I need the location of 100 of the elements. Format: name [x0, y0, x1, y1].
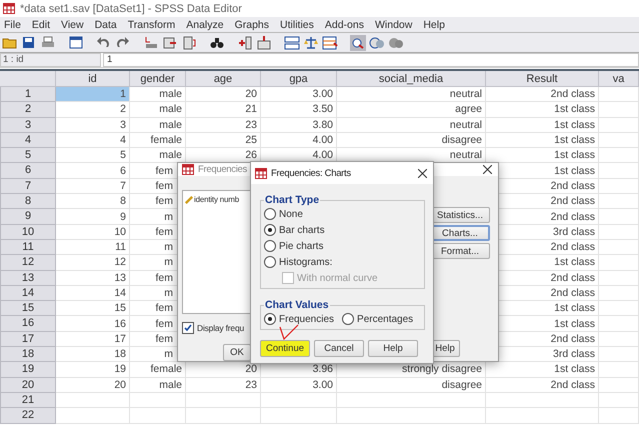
table-cell[interactable]: 20 — [186, 362, 261, 378]
row-header[interactable]: 15 — [0, 301, 56, 316]
table-cell[interactable]: disagree — [337, 378, 486, 393]
table-cell[interactable]: 4 — [56, 132, 130, 148]
go-to-variable-icon[interactable] — [162, 34, 178, 50]
row-header[interactable]: 9 — [0, 209, 56, 225]
table-cell[interactable] — [599, 178, 639, 194]
table-cell[interactable]: 10 — [56, 224, 130, 240]
row-header[interactable]: 22 — [0, 408, 56, 424]
table-cell[interactable] — [130, 408, 186, 424]
table-cell[interactable] — [186, 408, 261, 424]
row-header[interactable]: 4 — [0, 132, 56, 148]
dialog-button[interactable]: Continue — [260, 340, 310, 357]
value-labels-icon[interactable] — [350, 34, 366, 50]
table-cell[interactable]: male — [130, 148, 186, 164]
row-header[interactable]: 11 — [0, 240, 56, 256]
table-cell[interactable]: male — [130, 102, 186, 118]
menu-item[interactable]: Graphs — [230, 18, 276, 30]
table-cell[interactable] — [186, 392, 261, 408]
table-cell[interactable]: female — [130, 132, 186, 148]
table-cell[interactable] — [599, 132, 639, 148]
table-cell[interactable] — [337, 408, 486, 424]
table-cell[interactable]: 2nd class — [486, 87, 599, 102]
table-cell[interactable] — [599, 301, 639, 316]
table-cell[interactable]: male — [130, 118, 186, 133]
dialog-button[interactable]: Help — [368, 340, 418, 357]
table-cell[interactable] — [261, 408, 337, 424]
variable-name[interactable]: identity numb — [194, 195, 239, 204]
column-header[interactable]: id — [56, 71, 130, 87]
table-cell[interactable]: male — [130, 378, 186, 393]
menu-item[interactable]: Utilities — [276, 18, 321, 30]
table-cell[interactable]: 14 — [56, 286, 130, 302]
table-cell[interactable] — [599, 316, 639, 332]
row-header[interactable]: 6 — [0, 163, 56, 179]
menu-item[interactable]: Window — [370, 18, 420, 30]
table-cell[interactable] — [599, 255, 639, 271]
table-cell[interactable]: 3.80 — [261, 118, 337, 133]
table-cell[interactable]: 1st class — [486, 362, 599, 378]
table-cell[interactable]: 6 — [56, 163, 130, 179]
table-cell[interactable] — [337, 392, 486, 408]
table-cell[interactable] — [599, 332, 639, 348]
column-header[interactable]: social_media — [337, 71, 486, 87]
table-cell[interactable] — [599, 362, 639, 378]
table-cell[interactable]: strongly disagree — [337, 362, 486, 378]
radio-button[interactable] — [264, 240, 276, 252]
menu-item[interactable]: Transform — [124, 18, 182, 30]
row-header[interactable]: 1 — [0, 87, 56, 102]
radio-button[interactable] — [264, 313, 276, 325]
table-cell[interactable]: 5 — [56, 148, 130, 164]
close-icon[interactable] — [483, 165, 492, 174]
row-header[interactable]: 19 — [0, 362, 56, 378]
row-header[interactable]: 10 — [0, 224, 56, 240]
table-cell[interactable]: 21 — [186, 102, 261, 118]
scale-icon[interactable] — [303, 34, 319, 50]
row-header[interactable]: 18 — [0, 347, 56, 362]
row-header[interactable]: 3 — [0, 118, 56, 133]
radio-button[interactable] — [342, 313, 354, 325]
column-header[interactable]: gpa — [261, 71, 337, 87]
go-to-case-icon[interactable] — [143, 34, 159, 50]
table-cell[interactable]: 20 — [56, 378, 130, 393]
table-cell[interactable] — [599, 378, 639, 393]
table-cell[interactable]: 16 — [56, 316, 130, 332]
table-cell[interactable] — [599, 347, 639, 362]
table-cell[interactable]: agree — [337, 102, 486, 118]
row-header[interactable]: 17 — [0, 332, 56, 348]
table-cell[interactable] — [599, 240, 639, 256]
table-cell[interactable] — [599, 87, 639, 102]
menu-item[interactable]: View — [57, 18, 91, 30]
menu-item[interactable]: Data — [90, 18, 124, 30]
close-icon[interactable] — [418, 168, 427, 178]
menu-item[interactable]: Add-ons — [320, 18, 371, 30]
table-cell[interactable] — [599, 224, 639, 240]
table-cell[interactable] — [261, 392, 337, 408]
row-header[interactable]: 2 — [0, 102, 56, 118]
table-cell[interactable]: 13 — [56, 270, 130, 286]
menu-item[interactable]: Analyze — [182, 18, 231, 30]
split-file-icon[interactable] — [284, 34, 300, 50]
table-cell[interactable]: 1st class — [486, 132, 599, 148]
cell-value-field[interactable]: 1 — [103, 53, 639, 67]
table-cell[interactable] — [599, 209, 639, 225]
table-cell[interactable]: 1st class — [486, 102, 599, 118]
table-cell[interactable] — [599, 270, 639, 286]
table-cell[interactable]: 20 — [186, 87, 261, 102]
cell-reference-field[interactable]: 1 : id — [0, 53, 101, 67]
dialog-button[interactable]: Cancel — [314, 340, 364, 357]
table-cell[interactable]: female — [130, 362, 186, 378]
table-cell[interactable]: 8 — [56, 194, 130, 210]
insert-cases-icon[interactable] — [237, 34, 253, 50]
row-header[interactable]: 7 — [0, 178, 56, 194]
table-cell[interactable]: male — [130, 87, 186, 102]
table-cell[interactable]: 3.50 — [261, 102, 337, 118]
table-cell[interactable]: disagree — [337, 132, 486, 148]
column-header[interactable]: age — [186, 71, 261, 87]
table-cell[interactable]: 23 — [186, 118, 261, 133]
table-cell[interactable] — [599, 392, 639, 408]
table-cell[interactable]: 18 — [56, 347, 130, 362]
table-cell[interactable] — [599, 286, 639, 302]
row-header[interactable]: 21 — [0, 392, 56, 408]
dialog-icon[interactable] — [68, 34, 84, 50]
table-cell[interactable] — [599, 408, 639, 424]
